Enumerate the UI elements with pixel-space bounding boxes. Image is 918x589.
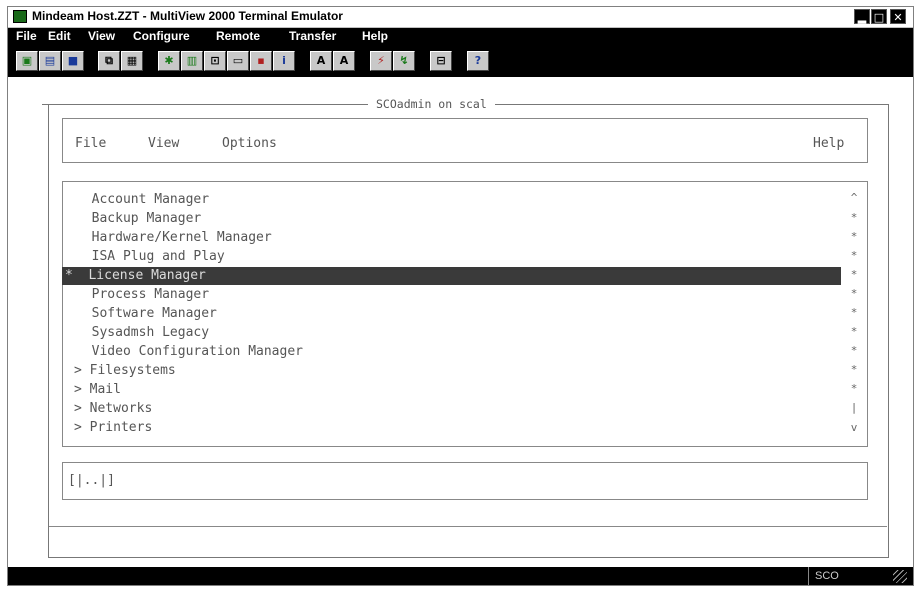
list-item[interactable]: Backup Manager — [76, 210, 202, 228]
font-large-icon[interactable]: A — [310, 51, 332, 71]
path-box — [62, 462, 868, 500]
keyboard-icon[interactable]: ▭ — [227, 51, 249, 71]
help-icon[interactable]: ? — [467, 51, 489, 71]
list-item[interactable]: > Networks — [74, 400, 152, 418]
scrollbar-thumb[interactable]: | — [848, 399, 860, 417]
terminal-menu-box — [62, 118, 868, 163]
app-icon[interactable] — [13, 10, 27, 23]
list-item[interactable]: Hardware/Kernel Manager — [76, 229, 272, 247]
disconnect-icon[interactable]: ⊟ — [430, 51, 452, 71]
term-menu-help[interactable]: Help — [813, 136, 844, 151]
maximize-icon[interactable]: □ — [871, 9, 887, 24]
menu-file[interactable]: File — [16, 29, 37, 43]
run-icon[interactable]: ✱ — [158, 51, 180, 71]
list-item-selected[interactable]: * License Manager — [65, 267, 206, 285]
print-icon[interactable]: ▥ — [181, 51, 203, 71]
send-file-icon[interactable]: ⚡ — [370, 51, 392, 71]
close-icon[interactable]: ✕ — [890, 9, 906, 24]
capture-icon[interactable]: ⊡ — [204, 51, 226, 71]
save-icon[interactable]: ■ — [62, 51, 84, 71]
term-menu-options[interactable]: Options — [222, 136, 277, 151]
copy-icon[interactable]: ⧉ — [98, 51, 120, 71]
list-item[interactable]: ISA Plug and Play — [76, 248, 225, 266]
bottom-separator — [49, 526, 887, 527]
list-item[interactable]: > Printers — [74, 419, 152, 437]
list-item[interactable]: Process Manager — [76, 286, 209, 304]
minimize-icon[interactable]: ▂ — [854, 9, 870, 24]
open-icon[interactable]: ▤ — [39, 51, 61, 71]
menu-transfer[interactable]: Transfer — [289, 29, 336, 43]
scroll-down-icon[interactable]: v — [848, 419, 860, 437]
terminal-screen[interactable]: SCOadmin on scal File View Options Help … — [8, 77, 913, 567]
toolbar: ▣ ▤ ■ ⧉ ▦ ✱ ▥ ⊡ ▭ ▪ i A A ⚡ ↯ ⊟ ? — [8, 46, 913, 77]
menu-view[interactable]: View — [88, 29, 115, 43]
list-item[interactable]: Sysadmsh Legacy — [76, 324, 209, 342]
term-menu-view[interactable]: View — [148, 136, 179, 151]
macro-icon[interactable]: ▪ — [250, 51, 272, 71]
scroll-up-icon[interactable]: ^ — [848, 189, 860, 207]
title-bar[interactable]: Mindeam Host.ZZT - MultiView 2000 Termin… — [8, 7, 913, 28]
menu-help[interactable]: Help — [362, 29, 388, 43]
frame-title: SCOadmin on scal — [368, 97, 495, 111]
list-item[interactable]: Video Configuration Manager — [76, 343, 303, 361]
path-indicator: [|..|] — [68, 473, 115, 488]
info-icon[interactable]: i — [273, 51, 295, 71]
term-menu-file[interactable]: File — [75, 136, 106, 151]
menu-edit[interactable]: Edit — [48, 29, 71, 43]
window-title: Mindeam Host.ZZT - MultiView 2000 Termin… — [32, 9, 343, 23]
status-mode: SCO — [808, 567, 848, 585]
font-small-icon[interactable]: A — [333, 51, 355, 71]
menu-bar: File Edit View Configure Remote Transfer… — [8, 28, 913, 46]
list-item[interactable]: > Mail — [74, 381, 121, 399]
list-item[interactable]: Software Manager — [76, 305, 217, 323]
paste-icon[interactable]: ▦ — [121, 51, 143, 71]
list-item[interactable]: Account Manager — [76, 191, 209, 209]
list-item[interactable]: > Filesystems — [74, 362, 176, 380]
resize-grip-icon[interactable] — [893, 570, 907, 583]
scrollbar-track[interactable]: * * * * * * * * * * — [848, 208, 860, 398]
receive-file-icon[interactable]: ↯ — [393, 51, 415, 71]
app-window: Mindeam Host.ZZT - MultiView 2000 Termin… — [7, 6, 914, 586]
menu-configure[interactable]: Configure — [133, 29, 190, 43]
connect-icon[interactable]: ▣ — [16, 51, 38, 71]
menu-remote[interactable]: Remote — [216, 29, 260, 43]
status-bar: SCO — [8, 567, 913, 585]
